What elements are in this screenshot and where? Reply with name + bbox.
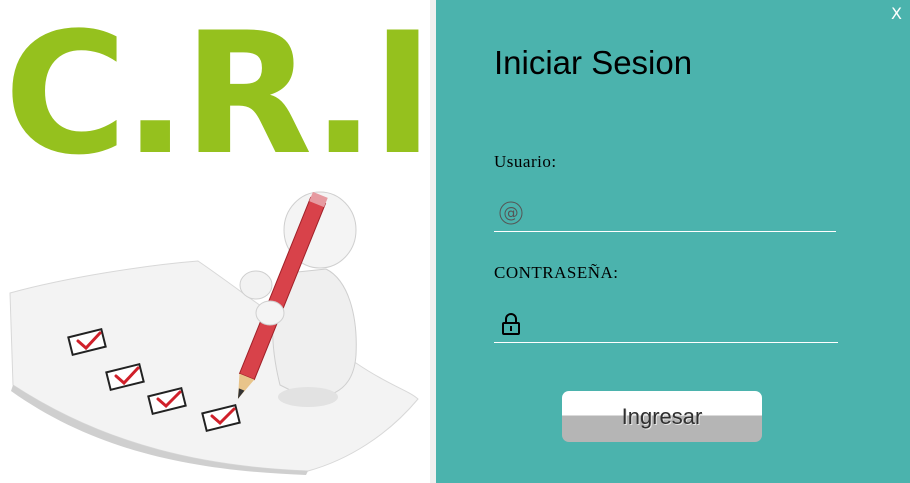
- lock-icon: [498, 311, 524, 337]
- username-field-container: @: [494, 195, 836, 232]
- login-button-label: Ingresar: [621, 403, 703, 429]
- close-button[interactable]: X: [891, 4, 902, 23]
- login-button[interactable]: Ingresar: [562, 391, 762, 442]
- at-icon: @: [498, 200, 524, 226]
- app-logo: C.R.I.: [4, 0, 494, 192]
- password-input[interactable]: [524, 308, 838, 340]
- svg-text:@: @: [504, 204, 519, 222]
- login-title: Iniciar Sesion: [494, 44, 693, 81]
- username-label: Usuario:: [494, 152, 557, 171]
- branding-panel: C.R.I.: [0, 0, 494, 483]
- password-label: CONTRASEÑA:: [494, 263, 619, 282]
- username-input[interactable]: [524, 197, 836, 229]
- password-field-container: [494, 306, 838, 343]
- checklist-illustration: [9, 191, 419, 475]
- login-panel: X Iniciar Sesion Usuario: @ CONTRASEÑA: …: [436, 0, 910, 483]
